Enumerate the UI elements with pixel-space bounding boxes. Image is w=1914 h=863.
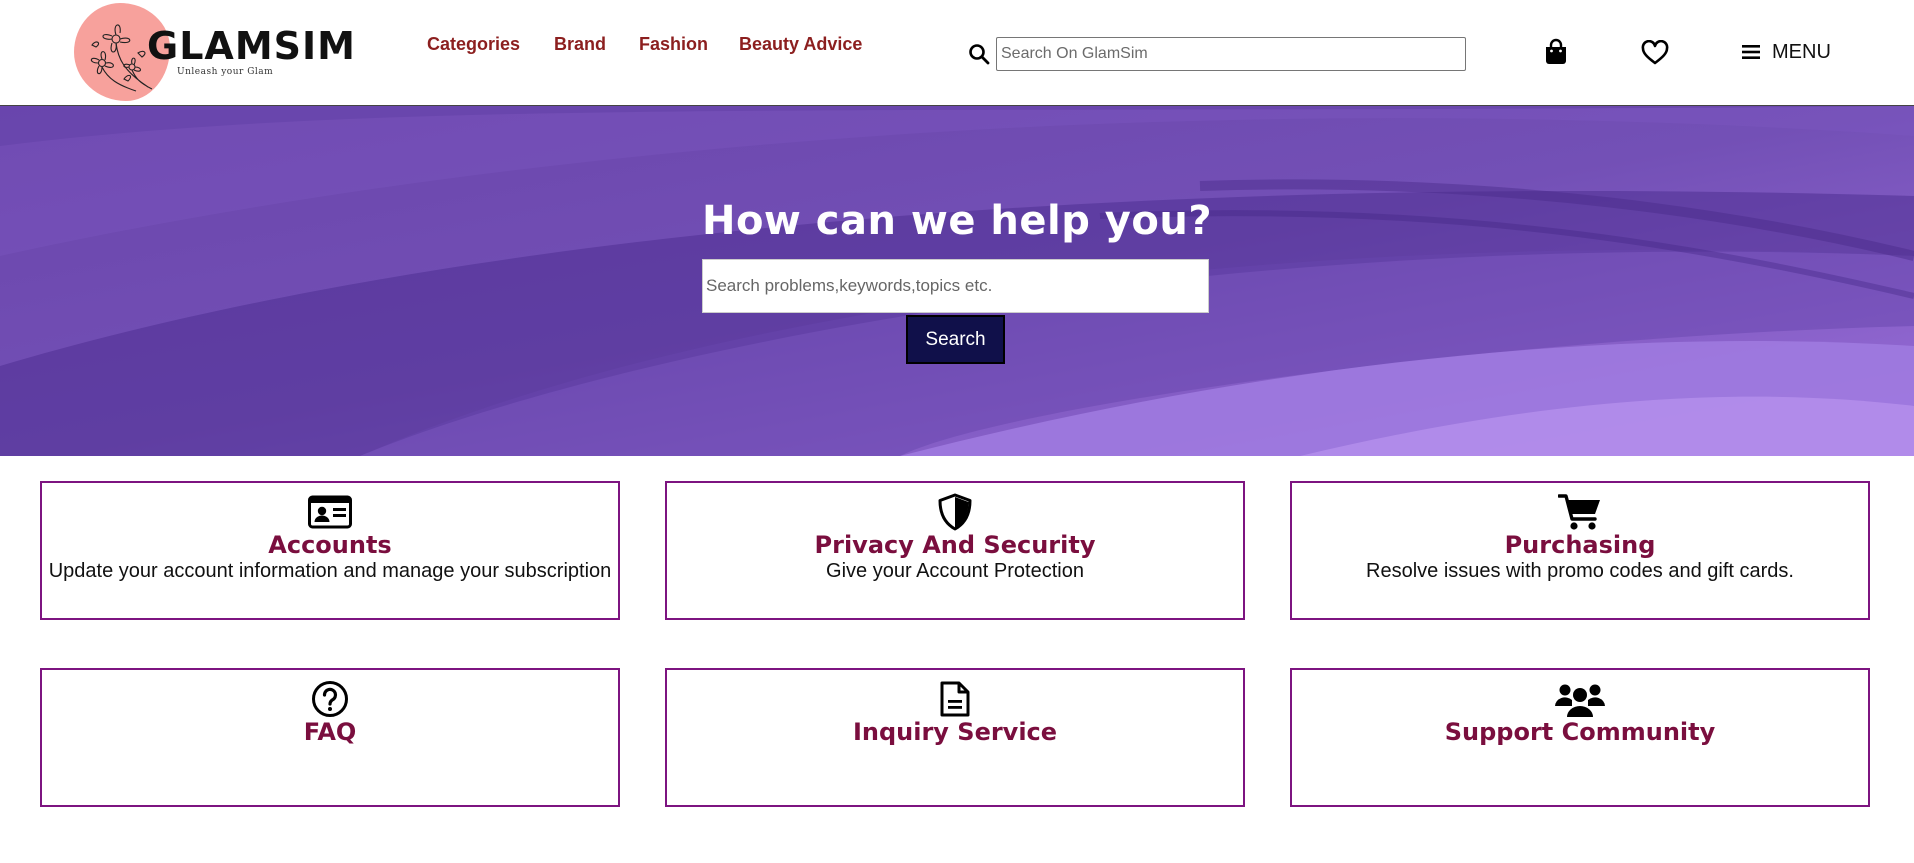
card-description: Update your account information and mana… <box>48 560 612 582</box>
help-card-inquiry-service[interactable]: Inquiry Service <box>665 668 1245 807</box>
help-search-input[interactable] <box>702 259 1209 313</box>
site-header: GLAMSIM Unleash your Glam Categories Bra… <box>0 0 1914 106</box>
heart-icon[interactable] <box>1641 40 1669 66</box>
help-card-support-community[interactable]: Support Community <box>1290 668 1870 807</box>
question-circle-icon <box>312 681 348 717</box>
card-title: Support Community <box>1444 718 1716 746</box>
site-search-input[interactable] <box>996 37 1466 71</box>
help-hero-banner: How can we help you? Search <box>0 106 1914 456</box>
shopping-cart-icon <box>1558 494 1600 530</box>
menu-button[interactable]: MENU <box>1742 38 1831 66</box>
help-card-faq[interactable]: FAQ <box>40 668 620 807</box>
id-card-icon <box>308 495 352 529</box>
nav-brand[interactable]: Brand <box>554 34 606 55</box>
shield-icon <box>938 493 972 531</box>
nav-beauty-advice[interactable]: Beauty Advice <box>739 34 862 55</box>
document-icon <box>940 681 970 717</box>
hamburger-icon <box>1742 45 1760 59</box>
card-description: Resolve issues with promo codes and gift… <box>1366 560 1794 582</box>
brand-tagline: Unleash your Glam <box>177 67 274 77</box>
help-card-accounts[interactable]: Accounts Update your account information… <box>40 481 620 620</box>
help-search-button[interactable]: Search <box>906 315 1005 364</box>
logo[interactable]: GLAMSIM Unleash your Glam <box>74 3 355 103</box>
shopping-bag-icon[interactable] <box>1543 38 1569 66</box>
menu-label: MENU <box>1772 40 1831 63</box>
brand-name: GLAMSIM <box>147 24 356 68</box>
users-icon <box>1555 684 1605 717</box>
help-card-privacy-security[interactable]: Privacy And Security Give your Account P… <box>665 481 1245 620</box>
nav-categories[interactable]: Categories <box>427 34 520 55</box>
search-icon[interactable] <box>968 43 990 65</box>
card-description: Give your Account Protection <box>826 560 1084 582</box>
card-title: Inquiry Service <box>852 718 1058 746</box>
card-title: Accounts <box>268 531 392 559</box>
nav-fashion[interactable]: Fashion <box>639 34 708 55</box>
card-title: Purchasing <box>1504 531 1656 559</box>
hero-title: How can we help you? <box>701 198 1213 244</box>
card-title: Privacy And Security <box>814 531 1096 559</box>
help-card-purchasing[interactable]: Purchasing Resolve issues with promo cod… <box>1290 481 1870 620</box>
card-title: FAQ <box>303 718 357 746</box>
